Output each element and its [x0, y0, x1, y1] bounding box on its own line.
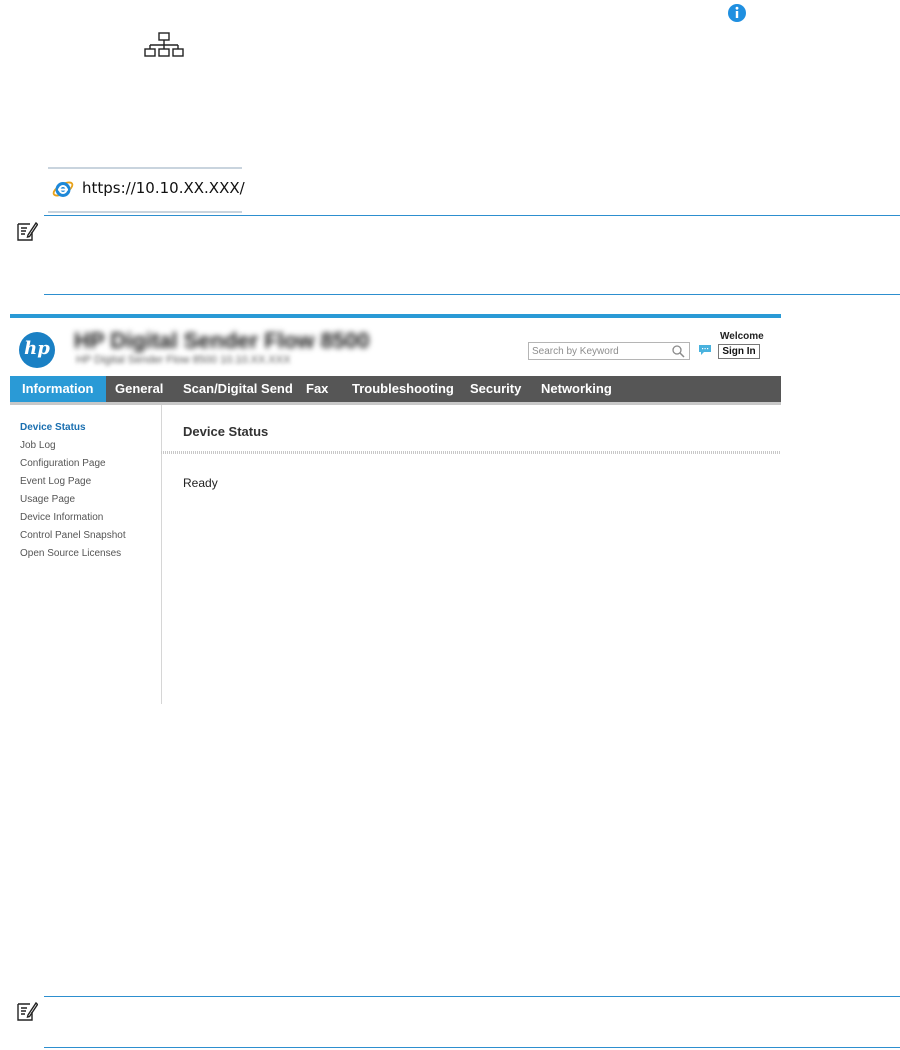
search-input[interactable]	[532, 343, 662, 359]
device-status-text: Ready	[183, 476, 218, 490]
ews-top-accent-bar	[10, 314, 781, 318]
internet-explorer-icon	[52, 181, 74, 197]
sidebar-item-job-log[interactable]: Job Log	[20, 440, 126, 458]
info-icon	[728, 4, 746, 22]
tab-fax[interactable]: Fax	[306, 376, 328, 402]
nav-shadow	[10, 402, 781, 405]
sign-in-button[interactable]: Sign In	[718, 344, 760, 359]
sidebar-item-usage-page[interactable]: Usage Page	[20, 494, 126, 512]
note-bottom-rule	[44, 294, 900, 295]
network-icon	[144, 32, 184, 57]
browser-address-bar[interactable]: https://10.10.XX.XXX/	[48, 167, 245, 213]
embedded-web-server: hp HP Digital Sender Flow 8500 HP Digita…	[10, 314, 781, 704]
sidebar-item-device-status[interactable]: Device Status	[20, 422, 126, 440]
product-title: HP Digital Sender Flow 8500	[74, 328, 370, 353]
search-icon[interactable]	[671, 344, 685, 358]
note2-top-rule	[44, 996, 900, 997]
sidebar-item-configuration-page[interactable]: Configuration Page	[20, 458, 126, 476]
search-box[interactable]	[528, 342, 690, 360]
note-icon	[17, 1001, 38, 1021]
sidebar-divider	[161, 405, 162, 704]
note-top-rule	[44, 215, 900, 216]
tab-networking[interactable]: Networking	[541, 376, 612, 402]
tab-scan-digital-send[interactable]: Scan/Digital Send	[183, 376, 293, 402]
product-subtitle: HP Digital Sender Flow 8500 10.10.XX.XXX	[76, 354, 291, 366]
browser-url: https://10.10.XX.XXX/	[82, 179, 245, 197]
note-icon	[17, 221, 38, 241]
tab-general[interactable]: General	[115, 376, 163, 402]
sidebar-item-open-source-licenses[interactable]: Open Source Licenses	[20, 548, 126, 566]
hp-logo: hp	[19, 332, 55, 368]
chat-icon[interactable]	[698, 344, 712, 356]
page-title: Device Status	[183, 424, 269, 439]
sidebar: Device Status Job Log Configuration Page…	[20, 422, 126, 566]
sidebar-item-control-panel-snapshot[interactable]: Control Panel Snapshot	[20, 530, 126, 548]
title-divider	[161, 451, 781, 454]
sidebar-item-event-log-page[interactable]: Event Log Page	[20, 476, 126, 494]
sidebar-item-device-information[interactable]: Device Information	[20, 512, 126, 530]
tab-information[interactable]: Information	[10, 376, 106, 402]
welcome-label: Welcome	[720, 331, 764, 342]
main-nav-bar: Information General Scan/Digital Send Fa…	[10, 376, 781, 402]
note2-bottom-rule	[44, 1047, 900, 1048]
tab-troubleshooting[interactable]: Troubleshooting	[352, 376, 454, 402]
tab-security[interactable]: Security	[470, 376, 521, 402]
